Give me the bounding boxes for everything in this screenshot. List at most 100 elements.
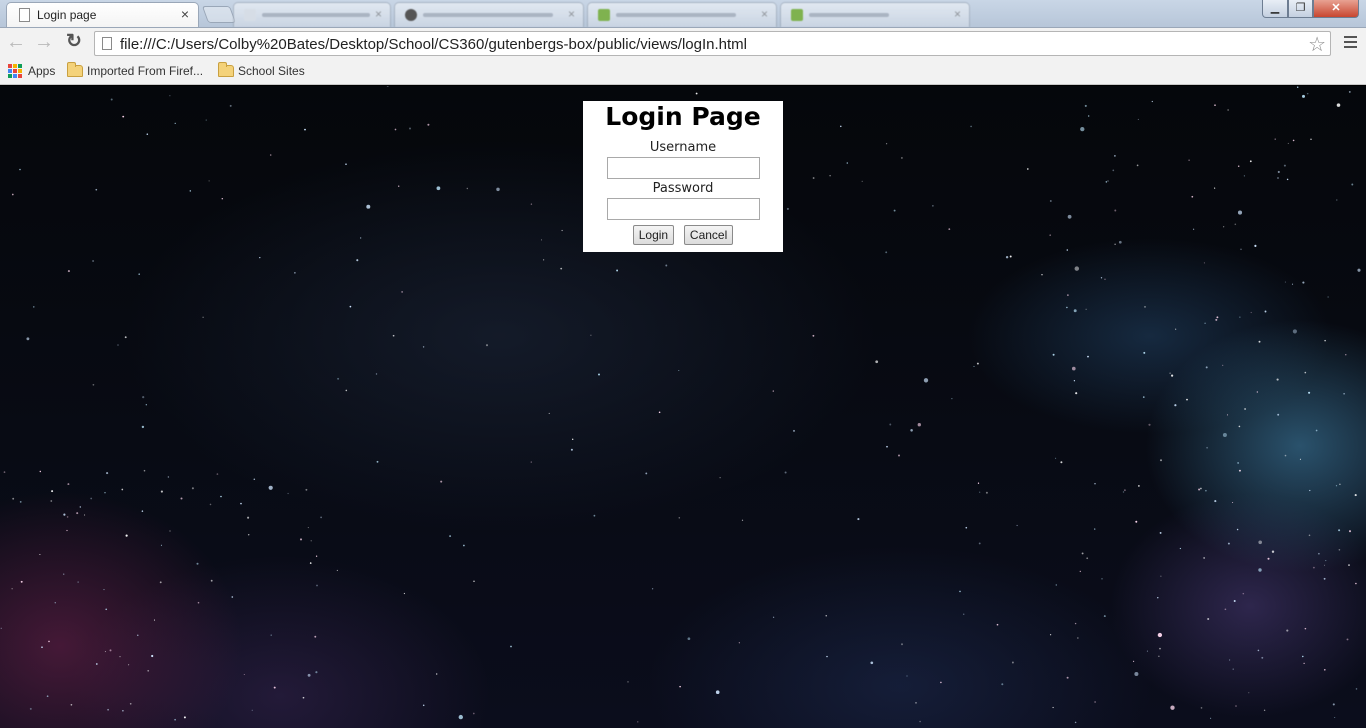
- tab-background[interactable]: ×: [780, 2, 970, 27]
- star: [1334, 716, 1336, 719]
- bookmark-folder-school-sites[interactable]: School Sites: [218, 62, 308, 80]
- page-icon: [244, 9, 256, 21]
- star: [1227, 109, 1229, 111]
- star: [540, 239, 543, 241]
- tab-background[interactable]: ×: [394, 2, 584, 27]
- tab-close-icon[interactable]: ×: [761, 7, 768, 21]
- star: [979, 491, 981, 493]
- tab-close-icon[interactable]: ×: [954, 7, 961, 21]
- star: [792, 429, 796, 432]
- bookmark-apps[interactable]: Apps: [8, 62, 60, 80]
- tab-close-icon[interactable]: ×: [375, 7, 382, 21]
- password-input[interactable]: [606, 198, 760, 220]
- star: [3, 471, 6, 473]
- bookmark-label: School Sites: [238, 64, 305, 78]
- star: [1192, 228, 1195, 230]
- apps-grid-icon: [8, 64, 22, 78]
- star: [1174, 404, 1177, 407]
- star: [906, 675, 908, 677]
- star: [665, 264, 668, 267]
- star: [160, 490, 163, 493]
- forward-arrow-icon[interactable]: →: [33, 32, 55, 54]
- star: [1104, 278, 1106, 280]
- bookmark-star-icon[interactable]: ☆: [1308, 32, 1326, 57]
- page-icon: [598, 9, 610, 21]
- address-bar-url[interactable]: file:///C:/Users/Colby%20Bates/Desktop/S…: [120, 36, 747, 53]
- star: [1094, 483, 1096, 485]
- star: [1074, 266, 1080, 271]
- bookmark-folder-imported[interactable]: Imported From Firef...: [67, 62, 207, 80]
- star: [1242, 592, 1245, 595]
- folder-icon: [67, 62, 83, 77]
- star: [1348, 530, 1352, 533]
- star: [1210, 717, 1212, 719]
- star: [1084, 104, 1087, 107]
- blurred-tab-title: [423, 13, 553, 17]
- star: [287, 492, 289, 495]
- star: [1179, 547, 1182, 550]
- back-arrow-icon[interactable]: ←: [5, 32, 27, 54]
- menu-hamburger-icon[interactable]: [1340, 33, 1360, 53]
- reload-icon[interactable]: ↻: [63, 32, 85, 54]
- tab-background[interactable]: ×: [587, 2, 777, 27]
- star: [1159, 647, 1161, 650]
- star: [11, 193, 14, 196]
- star: [1292, 139, 1295, 142]
- window-maximize-button[interactable]: ❐: [1288, 0, 1313, 18]
- star: [310, 540, 312, 542]
- tab-close-icon[interactable]: ×: [181, 6, 189, 22]
- star: [1026, 168, 1029, 170]
- star: [826, 655, 828, 658]
- address-bar[interactable]: file:///C:/Users/Colby%20Bates/Desktop/S…: [94, 31, 1331, 56]
- star: [20, 580, 23, 583]
- window-close-button[interactable]: ✕: [1313, 0, 1359, 18]
- star: [923, 378, 929, 383]
- star: [440, 480, 443, 483]
- login-button[interactable]: Login: [632, 225, 675, 245]
- star: [829, 174, 831, 177]
- star: [90, 497, 93, 500]
- star: [530, 461, 532, 463]
- star: [147, 669, 150, 672]
- star: [1222, 432, 1227, 438]
- star: [394, 128, 397, 131]
- star: [29, 707, 32, 710]
- star: [50, 500, 53, 502]
- star: [46, 695, 49, 698]
- star: [1073, 380, 1076, 382]
- star: [33, 306, 35, 308]
- star: [1308, 534, 1311, 537]
- new-tab-button[interactable]: [201, 6, 237, 23]
- tab-close-icon[interactable]: ×: [568, 7, 575, 21]
- star: [940, 681, 942, 684]
- star: [1223, 226, 1225, 228]
- star: [1237, 210, 1243, 215]
- star: [229, 104, 232, 107]
- star: [273, 686, 276, 689]
- star: [12, 497, 15, 500]
- star: [1291, 283, 1294, 285]
- star: [846, 162, 849, 164]
- star: [125, 534, 128, 537]
- star: [403, 592, 405, 595]
- star: [11, 588, 13, 590]
- window-minimize-button[interactable]: ▁: [1262, 0, 1288, 18]
- star: [105, 608, 108, 611]
- star: [1263, 709, 1266, 712]
- star: [109, 649, 112, 652]
- username-input[interactable]: [606, 157, 760, 179]
- star: [1239, 316, 1241, 318]
- tab-login-page[interactable]: Login page ×: [6, 2, 199, 27]
- star: [1188, 159, 1190, 161]
- star: [67, 483, 70, 486]
- star: [1205, 366, 1208, 369]
- tab-background[interactable]: ×: [233, 2, 391, 27]
- star: [449, 535, 452, 538]
- cancel-button[interactable]: Cancel: [683, 225, 734, 245]
- star: [376, 460, 379, 463]
- bookmark-label: Imported From Firef...: [87, 64, 204, 78]
- star: [1348, 90, 1351, 93]
- star: [1235, 705, 1237, 707]
- star: [973, 365, 975, 367]
- star: [145, 404, 147, 406]
